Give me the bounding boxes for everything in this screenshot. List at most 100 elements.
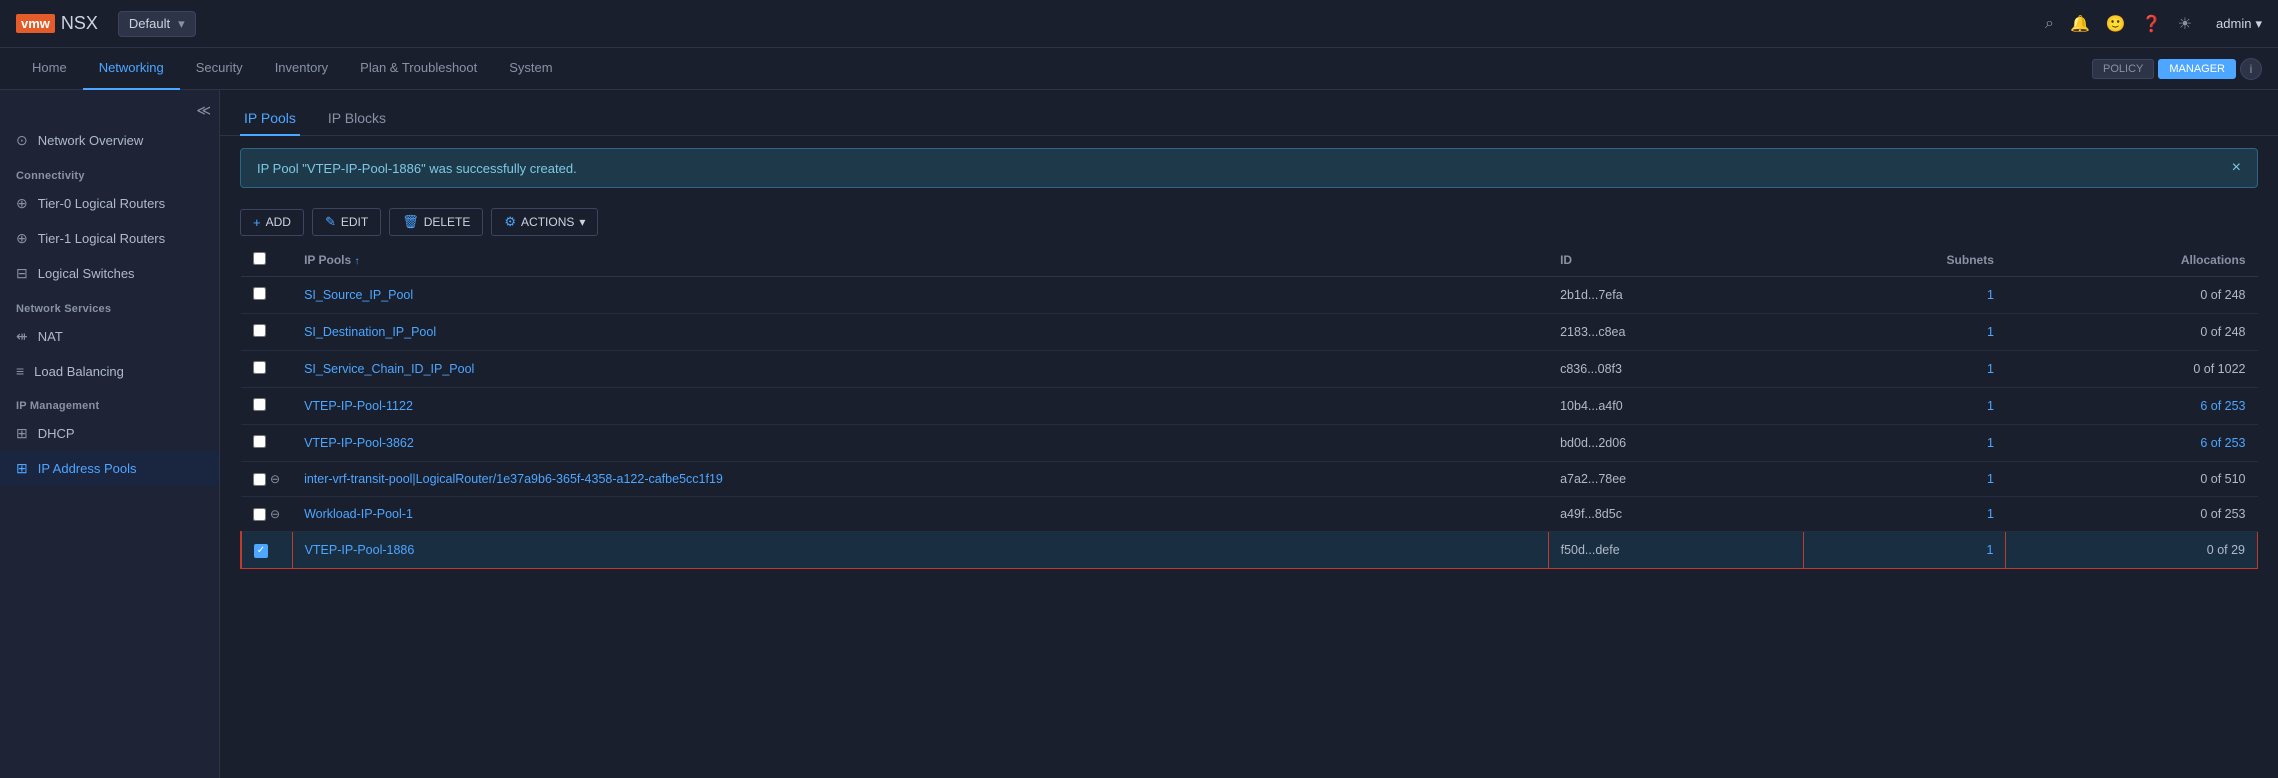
actions-button[interactable]: ⚙ ACTIONS ▾ <box>491 208 598 236</box>
pool-name-link[interactable]: Workload-IP-Pool-1 <box>304 507 413 521</box>
table-row[interactable]: ⊖Workload-IP-Pool-1a49f...8d5c10 of 253 <box>241 497 2258 532</box>
row-checkbox-cell <box>241 351 292 388</box>
collapse-icon[interactable]: ≪ <box>196 102 211 119</box>
sidebar-item-network-overview[interactable]: ⊙ Network Overview <box>0 123 219 158</box>
user-menu[interactable]: admin ▾ <box>2216 16 2262 32</box>
sidebar-section-network-services: Network Services <box>0 291 219 319</box>
row-allocations: 6 of 253 <box>2006 425 2258 462</box>
row-subnets: 1 <box>1804 351 2006 388</box>
pool-name-link[interactable]: SI_Source_IP_Pool <box>304 288 413 302</box>
tab-ip-pools[interactable]: IP Pools <box>240 102 300 136</box>
vmware-logo: vmw <box>16 14 55 33</box>
table-row[interactable]: SI_Destination_IP_Pool2183...c8ea10 of 2… <box>241 314 2258 351</box>
row-pool-name[interactable]: VTEP-IP-Pool-1122 <box>292 388 1548 425</box>
pool-name-link[interactable]: inter-vrf-transit-pool|LogicalRouter/1e3… <box>304 472 723 486</box>
row-pool-id: 2b1d...7efa <box>1548 277 1803 314</box>
row-pool-id: 10b4...a4f0 <box>1548 388 1803 425</box>
nav-item-inventory[interactable]: Inventory <box>259 48 344 90</box>
row-subnets: 1 <box>1804 425 2006 462</box>
sidebar-label-tier1: Tier-1 Logical Routers <box>38 231 165 246</box>
header-id[interactable]: ID <box>1548 244 1803 277</box>
table-row[interactable]: ⊖inter-vrf-transit-pool|LogicalRouter/1e… <box>241 462 2258 497</box>
sort-asc-icon: ↑ <box>355 256 360 267</box>
add-button[interactable]: + ADD <box>240 209 304 236</box>
row-allocations: 0 of 248 <box>2006 314 2258 351</box>
row-checkbox[interactable] <box>253 398 266 411</box>
row-pool-name[interactable]: VTEP-IP-Pool-3862 <box>292 425 1548 462</box>
bell-icon[interactable]: 🔔 <box>2070 14 2090 34</box>
sidebar-item-ip-address-pools[interactable]: ⊞ IP Address Pools <box>0 451 219 486</box>
pool-name-link[interactable]: SI_Service_Chain_ID_IP_Pool <box>304 362 474 376</box>
table-row[interactable]: VTEP-IP-Pool-3862bd0d...2d0616 of 253 <box>241 425 2258 462</box>
row-checkbox[interactable] <box>253 287 266 300</box>
edit-icon: ✎ <box>325 214 336 230</box>
nav-item-security[interactable]: Security <box>180 48 259 90</box>
notification-close[interactable]: × <box>2232 159 2241 177</box>
header-checkbox-col <box>241 244 292 277</box>
policy-button[interactable]: POLICY <box>2092 59 2154 79</box>
sidebar-item-load-balancing[interactable]: ≡ Load Balancing <box>0 354 219 388</box>
row-pool-name[interactable]: Workload-IP-Pool-1 <box>292 497 1548 532</box>
pool-name-link[interactable]: VTEP-IP-Pool-1886 <box>305 543 415 557</box>
row-pool-name[interactable]: SI_Source_IP_Pool <box>292 277 1548 314</box>
row-checkbox-cell <box>241 277 292 314</box>
table-row[interactable]: SI_Service_Chain_ID_IP_Poolc836...08f310… <box>241 351 2258 388</box>
row-pool-name[interactable]: SI_Destination_IP_Pool <box>292 314 1548 351</box>
row-pool-name[interactable]: VTEP-IP-Pool-1886 <box>292 532 1548 569</box>
row-checkbox-cell <box>241 388 292 425</box>
nav-item-home[interactable]: Home <box>16 48 83 90</box>
header-allocations[interactable]: Allocations <box>2006 244 2258 277</box>
add-icon: + <box>253 215 261 230</box>
header-ip-pools[interactable]: IP Pools ↑ <box>292 244 1548 277</box>
sidebar-item-tier0-routers[interactable]: ⊕ Tier-0 Logical Routers <box>0 186 219 221</box>
logical-switches-icon: ⊟ <box>16 265 28 282</box>
row-pool-name[interactable]: SI_Service_Chain_ID_IP_Pool <box>292 351 1548 388</box>
row-checkbox-cell: ⊖ <box>241 497 292 532</box>
header-subnets[interactable]: Subnets <box>1804 244 2006 277</box>
user-chevron-icon: ▾ <box>2255 16 2262 32</box>
info-button[interactable]: i <box>2240 58 2262 80</box>
row-allocations: 0 of 510 <box>2006 462 2258 497</box>
network-overview-icon: ⊙ <box>16 132 28 149</box>
face-icon[interactable]: 🙂 <box>2106 14 2126 34</box>
delete-label: DELETE <box>424 215 471 229</box>
sidebar-item-nat[interactable]: ⇺ NAT <box>0 319 219 354</box>
tab-ip-blocks[interactable]: IP Blocks <box>324 102 390 136</box>
nav-item-networking[interactable]: Networking <box>83 48 180 90</box>
pool-name-link[interactable]: VTEP-IP-Pool-1122 <box>304 399 413 413</box>
row-checkbox[interactable] <box>253 435 266 448</box>
row-checkbox[interactable] <box>253 508 266 521</box>
sun-icon[interactable]: ☀ <box>2178 14 2192 34</box>
search-icon[interactable]: ⌕ <box>2045 15 2054 33</box>
sidebar-collapse: ≪ <box>0 98 219 123</box>
row-checkbox[interactable]: ✓ <box>254 544 268 558</box>
sidebar-item-tier1-routers[interactable]: ⊕ Tier-1 Logical Routers <box>0 221 219 256</box>
nav-item-plan-troubleshoot[interactable]: Plan & Troubleshoot <box>344 48 493 90</box>
tier0-icon: ⊕ <box>16 195 28 212</box>
instance-selector[interactable]: Default ▾ <box>118 11 196 37</box>
manager-button[interactable]: MANAGER <box>2158 59 2236 79</box>
delete-button[interactable]: 🗑 DELETE <box>389 208 483 236</box>
row-checkbox[interactable] <box>253 361 266 374</box>
pool-name-link[interactable]: VTEP-IP-Pool-3862 <box>304 436 414 450</box>
main-content: IP Pools IP Blocks IP Pool "VTEP-IP-Pool… <box>220 90 2278 778</box>
sidebar-item-logical-switches[interactable]: ⊟ Logical Switches <box>0 256 219 291</box>
row-checkbox[interactable] <box>253 324 266 337</box>
dhcp-icon: ⊞ <box>16 425 28 442</box>
table-row[interactable]: ✓VTEP-IP-Pool-1886f50d...defe10 of 29 <box>241 532 2258 569</box>
nav-item-system[interactable]: System <box>493 48 568 90</box>
table-row[interactable]: VTEP-IP-Pool-112210b4...a4f016 of 253 <box>241 388 2258 425</box>
table-row[interactable]: SI_Source_IP_Pool2b1d...7efa10 of 248 <box>241 277 2258 314</box>
row-subnets: 1 <box>1804 497 2006 532</box>
pool-name-link[interactable]: SI_Destination_IP_Pool <box>304 325 436 339</box>
sidebar-label-dhcp: DHCP <box>38 426 75 441</box>
notification-text: IP Pool "VTEP-IP-Pool-1886" was successf… <box>257 161 577 176</box>
sidebar-item-dhcp[interactable]: ⊞ DHCP <box>0 416 219 451</box>
row-checkbox[interactable] <box>253 473 266 486</box>
help-icon[interactable]: ❓ <box>2142 14 2162 34</box>
actions-chevron-icon: ▾ <box>579 215 585 229</box>
select-all-checkbox[interactable] <box>253 252 266 265</box>
row-pool-name[interactable]: inter-vrf-transit-pool|LogicalRouter/1e3… <box>292 462 1548 497</box>
edit-button[interactable]: ✎ EDIT <box>312 208 381 236</box>
topbar-icons: ⌕ 🔔 🙂 ❓ ☀ admin ▾ <box>2045 14 2262 34</box>
